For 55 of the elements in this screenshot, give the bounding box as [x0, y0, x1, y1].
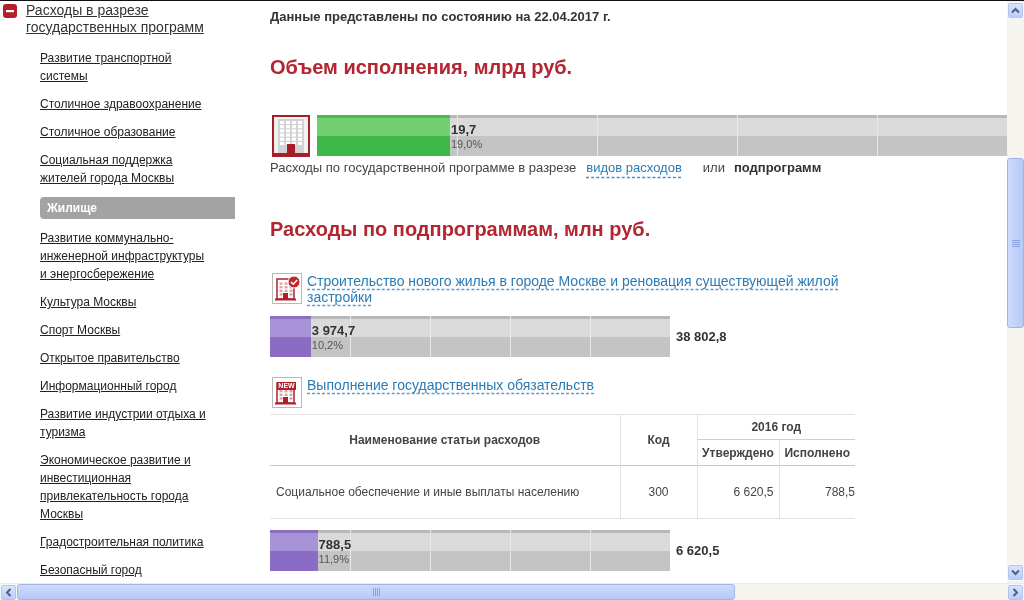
option-link[interactable]: видов расходов [586, 159, 682, 177]
bar-percent: 10,2% [311, 338, 343, 352]
sidebar-link[interactable]: Открытое правительство [40, 349, 180, 367]
bar-total: 38 802,8 [676, 328, 727, 345]
sidebar-link[interactable]: Безопасный город [40, 561, 142, 579]
section-link[interactable]: Расходы в разрезе государственных программ [26, 2, 231, 36]
bar-percent: 19,0% [451, 137, 483, 151]
subprogram-link[interactable]: Строительство нового жилья в городе Москве и реновация существующей жилой застройки [307, 273, 855, 305]
collapse-icon[interactable] [3, 4, 17, 18]
scroll-right-button[interactable] [1007, 584, 1024, 600]
sidebar-link[interactable]: Развитие коммунально-инженерной инфраструктуры и энергосбережение [40, 229, 214, 283]
scroll-left-button[interactable] [0, 584, 17, 600]
column-header: Утверждено [697, 439, 779, 466]
sidebar-link[interactable]: Культура Москвы [40, 293, 137, 311]
table-cell: 300 [620, 465, 697, 519]
column-header: 2016 год [697, 414, 855, 440]
section-title: Объем исполнения, млрд руб. [270, 55, 574, 79]
bar-total: 6 620,5 [676, 542, 720, 559]
chevron-up-icon [1011, 6, 1020, 15]
table-cell: 788,5 [779, 465, 855, 519]
selected-option[interactable]: подпрограмм [733, 159, 822, 177]
table-cell: 6 620,5 [697, 465, 779, 519]
sidebar-link[interactable]: Градостроительная политика [40, 533, 204, 551]
scroll-up-button[interactable] [1007, 2, 1024, 19]
bar-value: 788,5 [318, 537, 352, 552]
sidebar-link[interactable]: Столичное здравоохранение [40, 95, 202, 113]
table-cell: Социальное обеспечение и иные выплаты населению [270, 465, 620, 519]
breakdown-label: Расходы по государственной программе в разрезе [270, 159, 577, 177]
bar-value: 19,7 [451, 122, 477, 137]
sidebar-link[interactable]: Столичное образование [40, 123, 176, 141]
chevron-right-icon [1011, 588, 1020, 597]
grip-icon [1011, 239, 1020, 247]
sidebar-link[interactable]: Развитие транспортной системы [40, 49, 214, 85]
scroll-thumb[interactable] [1007, 158, 1024, 328]
grip-icon [372, 588, 380, 596]
sidebar-link[interactable]: Развитие индустрии отдыха и туризма [40, 405, 214, 441]
separator-text: или [702, 159, 725, 177]
scroll-down-button[interactable] [1007, 564, 1024, 581]
building-check-icon [272, 273, 302, 304]
bar-value: 3 974,7 [311, 323, 356, 338]
section-title: Расходы по подпрограммам, млн руб. [270, 217, 652, 241]
sidebar-link[interactable]: Информационный город [40, 377, 177, 395]
sidebar-link[interactable]: Экономическое развитие и инвестиционная привлекательность города Москвы [40, 451, 214, 523]
scroll-thumb[interactable] [17, 584, 735, 600]
chevron-down-icon [1011, 568, 1020, 577]
column-header: Наименование статьи расходов [270, 414, 620, 466]
bar-percent: 11,9% [318, 552, 349, 566]
sidebar-link[interactable]: Спорт Москвы [40, 321, 121, 339]
chevron-left-icon [4, 588, 13, 597]
column-header: Код [620, 414, 697, 466]
column-header: Исполнено [779, 439, 855, 466]
subprogram-link[interactable]: Выполнение государственных обязательств [307, 377, 594, 393]
data-date-text: Данные представлены по состоянию на 22.04.2017 г. [270, 9, 612, 25]
sidebar-link[interactable]: Социальная поддержка жителей города Москвы [40, 151, 214, 187]
building-icon [272, 115, 310, 157]
